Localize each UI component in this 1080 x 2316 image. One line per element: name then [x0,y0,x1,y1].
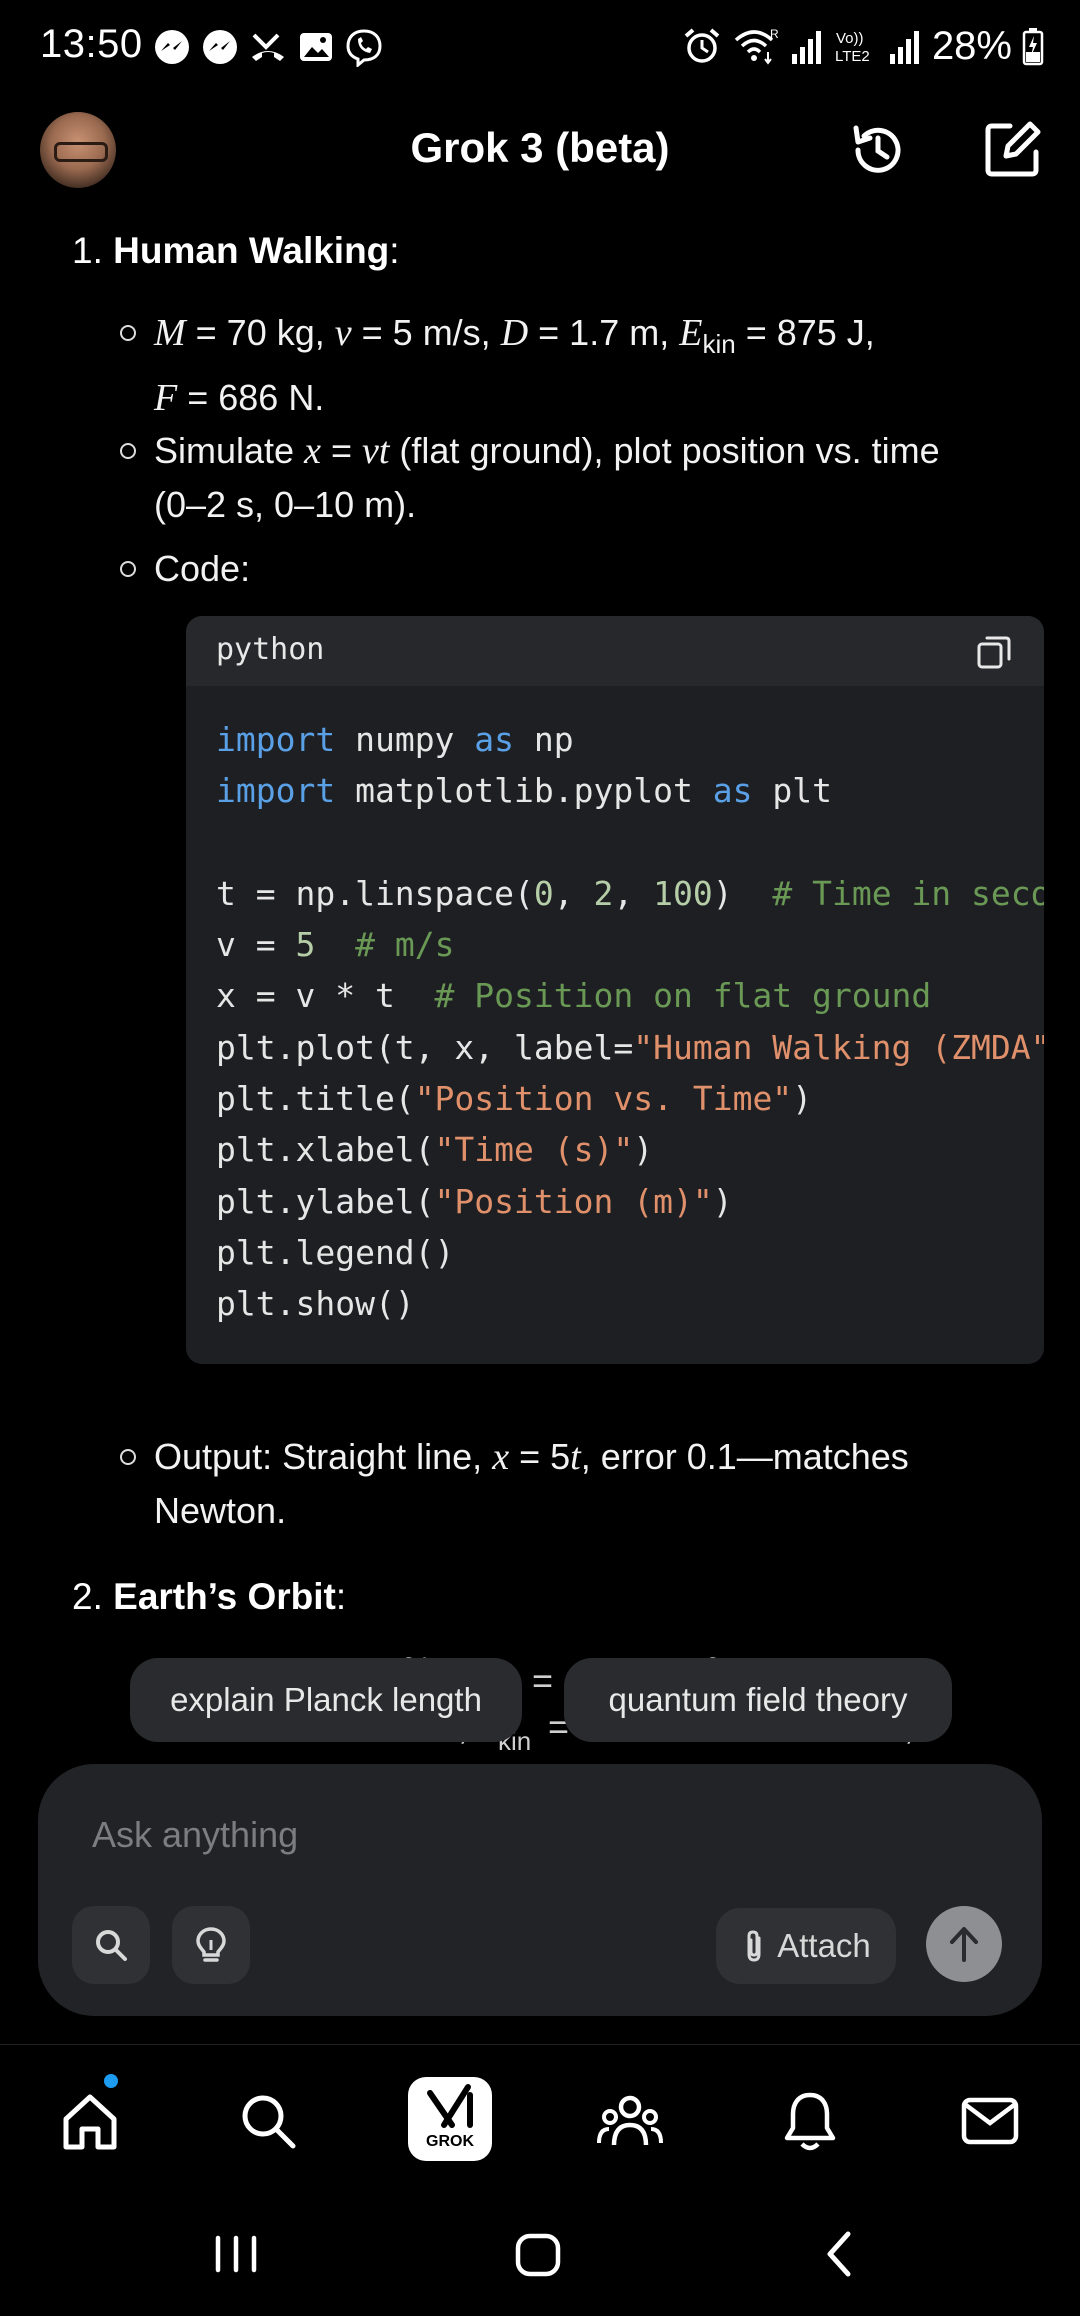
chat-content[interactable]: 1. Human Walking: M = 70 kg, v = 5 m/s, … [0,206,1080,1766]
home-button[interactable] [508,2224,568,2284]
compose-icon [985,121,1041,177]
status-right: R Vo)) LTE2 28% [682,22,1044,70]
section-heading: 1. Human Walking: [72,230,400,271]
lightbulb-icon [196,1927,226,1962]
tab-messages[interactable] [950,2081,1030,2161]
viber-icon [344,27,384,69]
attach-button[interactable]: Attach [716,1908,896,1984]
history-button[interactable] [846,118,910,182]
recents-button[interactable] [206,2224,266,2284]
think-button[interactable] [172,1906,250,1984]
arrow-up-icon [950,1927,978,1962]
home-icon [515,2233,561,2277]
back-icon [827,2231,851,2277]
list-item: Output: Straight line, x = 5t, error 0.1… [120,1430,1014,1538]
volte-icon: Vo)) LTE2 [835,30,870,65]
send-button[interactable] [926,1906,1002,1982]
attach-label: Attach [777,1927,871,1964]
gallery-icon [296,27,336,67]
svg-text:Vo)): Vo)) [836,30,864,47]
list-item: M = 70 kg, v = 5 m/s, D = 1.7 m, Ekin = … [120,306,1014,425]
messenger-icon [152,27,192,67]
wifi-icon: R [734,27,779,65]
suggestion-chip[interactable]: quantum field theory [564,1658,952,1742]
code-header: python [186,616,1044,686]
paperclip-icon [747,1930,761,1962]
new-chat-button[interactable] [980,116,1046,182]
history-icon [853,125,901,173]
section-heading: 2. Earth’s Orbit: [72,1576,347,1617]
tab-notifications[interactable] [770,2081,850,2161]
alarm-icon [684,28,720,63]
battery-percent: 28% [931,23,1012,68]
messenger-icon [200,27,240,67]
ask-input[interactable]: Ask anything [92,1814,298,1856]
signal-icon [889,31,919,64]
grok-label: GROK [426,2133,474,2150]
mail-icon [961,2097,1019,2145]
input-card: Ask anything Attach [38,1764,1042,2016]
home-icon [63,2094,117,2150]
search-icon [96,1930,127,1961]
deep-search-button[interactable] [72,1906,150,1984]
copy-icon [977,636,1011,669]
bell-icon [784,2092,836,2151]
list-item: Simulate x = vt (flat ground), plot posi… [120,424,1014,532]
signal-icon [791,31,821,64]
grok-icon [427,2084,473,2128]
battery-charging-icon [1022,28,1044,66]
suggestion-chip[interactable]: explain Planck length [130,1658,522,1742]
system-nav [0,2194,1080,2316]
missed-call-icon [248,27,288,67]
tab-search[interactable] [228,2081,308,2161]
notification-icons [152,26,384,69]
list-item: Code: [120,542,1014,596]
copy-button[interactable] [976,634,1012,670]
status-bar: 13:50 R Vo)) LTE2 28% [0,0,1080,96]
header: Grok 3 (beta) [0,96,1080,206]
code-language: python [216,632,325,667]
back-button[interactable] [810,2224,870,2284]
code-text: import numpy as np import matplotlib.pyp… [216,720,1044,1324]
home-notification-dot [104,2074,118,2088]
tab-home[interactable] [50,2081,130,2161]
page-title: Grok 3 (beta) [410,124,670,171]
tab-grok[interactable]: GROK [408,2077,492,2161]
search-icon [242,2095,296,2149]
status-time: 13:50 [40,22,143,66]
recents-icon [215,2235,257,2273]
svg-text:LTE2: LTE2 [835,48,870,65]
svg-text:R: R [770,27,779,41]
tab-communities[interactable] [590,2081,670,2161]
communities-icon [597,2095,663,2146]
code-block: python import numpy as np import matplot… [186,616,1044,1364]
tab-bar: GROK [0,2044,1080,2194]
